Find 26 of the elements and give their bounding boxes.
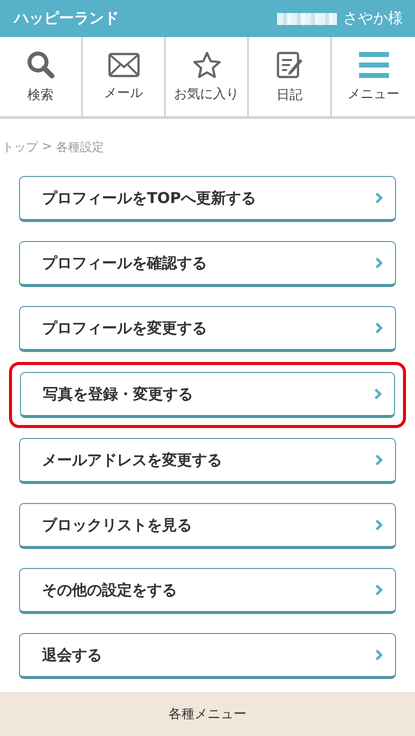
menu-item[interactable]: プロフィールをTOPへ更新する <box>19 176 396 222</box>
menu-icon <box>358 50 388 78</box>
chevron-icon <box>375 519 383 531</box>
menu-item[interactable]: プロフィールを確認する <box>19 241 396 287</box>
notepad-pen-icon <box>274 50 304 80</box>
menu-item[interactable]: 写真を登録・変更する <box>20 372 395 418</box>
footer-label: 各種メニュー <box>168 706 246 723</box>
user-name: さやか様 <box>343 9 403 28</box>
menu-item[interactable]: その他の設定をする <box>19 568 396 614</box>
chevron-icon <box>375 649 383 661</box>
chevron-icon <box>374 388 382 400</box>
chevron-icon <box>375 584 383 596</box>
chevron-icon <box>375 192 383 204</box>
chevron-icon <box>375 454 383 466</box>
menu-item[interactable]: メールアドレスを変更する <box>19 438 396 484</box>
blurred-text <box>277 12 337 24</box>
breadcrumb-separator: > <box>42 139 52 155</box>
chevron-icon <box>375 322 383 334</box>
menu-item[interactable]: ブロックリストを見る <box>19 503 396 549</box>
menu-item[interactable]: 退会する <box>19 633 396 679</box>
site-title: ハッピーランド <box>14 9 119 28</box>
chevron-icon <box>375 257 383 269</box>
search-icon <box>26 50 56 80</box>
star-icon <box>192 50 222 78</box>
menu-item[interactable]: プロフィールを変更する <box>19 306 396 352</box>
envelope-icon <box>108 52 140 78</box>
